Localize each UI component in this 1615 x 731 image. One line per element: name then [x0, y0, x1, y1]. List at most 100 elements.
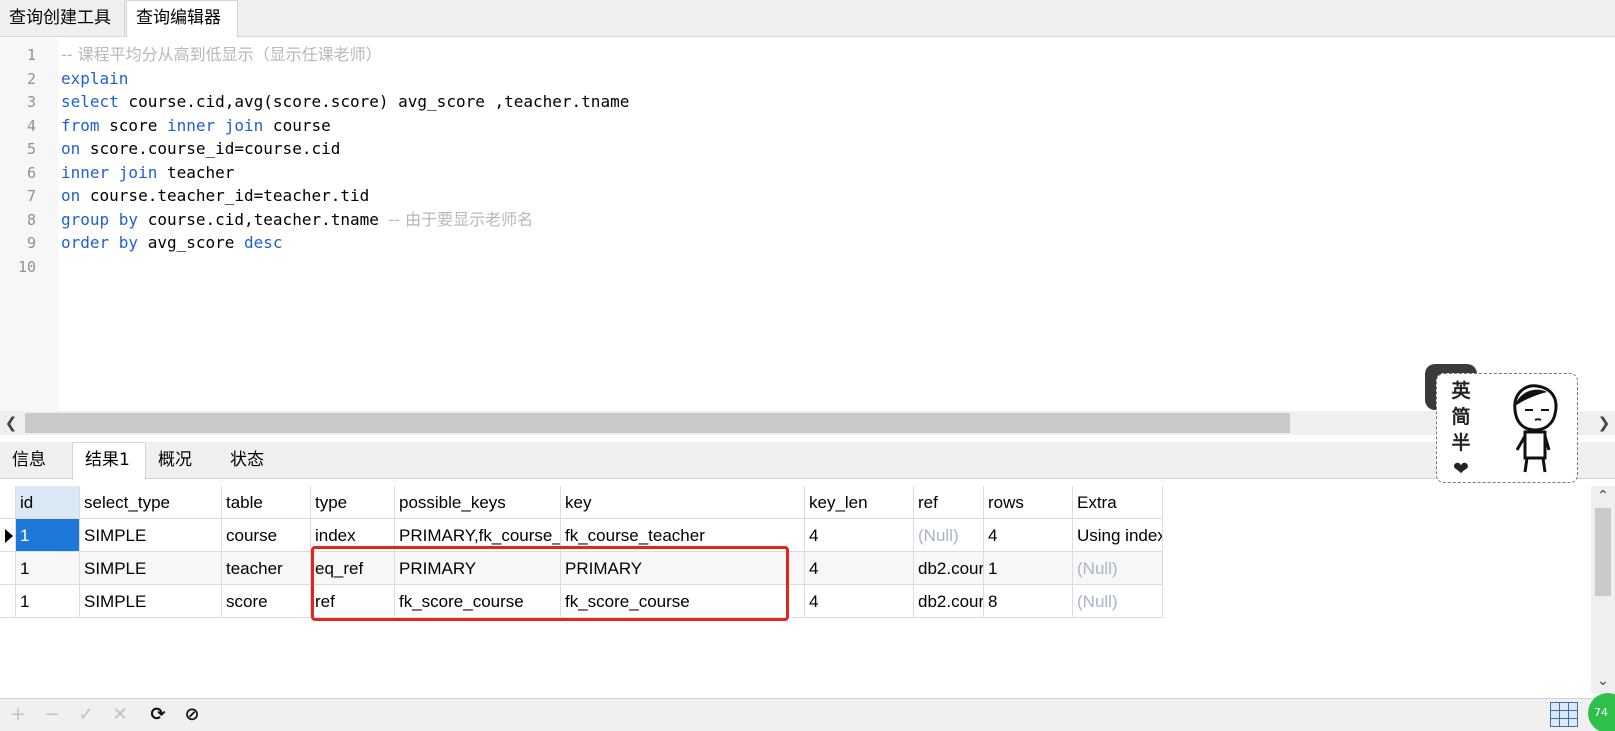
line-number: 8 [26, 210, 36, 229]
code-text: order by avg_score desc [61, 231, 283, 255]
grid-cell[interactable]: 1 [16, 552, 80, 585]
code-line[interactable]: 4 from score inner join course [0, 114, 1615, 138]
code-line[interactable]: 8 group by course.cid,teacher.tname -- 由于… [0, 208, 1615, 232]
grid-cell[interactable]: course [222, 519, 311, 552]
tab-query-builder[interactable]: 查询创建工具 [0, 0, 125, 37]
grid-cell[interactable]: 4 [805, 552, 914, 585]
code-text: from score inner join course [61, 114, 331, 138]
scroll-down-icon[interactable]: ⌄ [1591, 673, 1615, 691]
column-header-ref[interactable]: ref [914, 486, 984, 519]
editor-horizontal-scrollbar[interactable]: ❮ ❯ [0, 411, 1615, 435]
code-line[interactable]: 9 order by avg_score desc [0, 231, 1615, 255]
line-number: 9 [26, 234, 36, 252]
sql-token: course.cid,teacher.tname [138, 209, 389, 229]
grid-cell[interactable]: SIMPLE [80, 519, 222, 552]
add-record-icon[interactable]: + [6, 703, 30, 727]
sql-token: score [99, 115, 167, 135]
grid-cell[interactable]: score [222, 585, 311, 618]
grid-cell[interactable]: 4 [805, 585, 914, 618]
grid-cell[interactable]: teacher [222, 552, 311, 585]
highlight-annotation-box [311, 546, 789, 621]
grid-cell[interactable]: Using index [1073, 519, 1163, 552]
sql-editor[interactable]: 1 -- 课程平均分从高到低显示（显示任课老师） 2 explain 3 select c… [0, 38, 1615, 411]
sql-keyword: desc [244, 233, 283, 252]
sql-keyword: group by [61, 209, 139, 229]
sql-keyword: on [61, 186, 81, 205]
watermark-text: 英 简 半 ❤ [1451, 380, 1471, 480]
scroll-left-icon[interactable]: ❮ [2, 411, 20, 435]
column-header-id[interactable]: id [16, 486, 80, 519]
grid-cell[interactable]: (Null) [1073, 585, 1163, 618]
column-header-select-type[interactable]: select_type [80, 486, 222, 519]
row-marker[interactable] [0, 519, 16, 552]
row-marker[interactable] [0, 585, 16, 618]
grid-view-icon[interactable] [1550, 702, 1578, 727]
grid-cell[interactable]: 1 [16, 585, 80, 618]
code-line[interactable]: 7 on course.teacher_id=teacher.tid [0, 184, 1615, 208]
scrollbar-thumb[interactable] [25, 413, 1290, 433]
delete-record-icon[interactable]: − [40, 703, 64, 727]
grid-cell[interactable]: 1 [984, 552, 1073, 585]
grid-cell[interactable]: 4 [805, 519, 914, 552]
code-text: on score.course_id=course.cid [61, 137, 340, 161]
grid-cell[interactable]: 4 [984, 519, 1073, 552]
grid-cell[interactable]: 8 [984, 585, 1073, 618]
line-number: 2 [26, 69, 36, 88]
apply-changes-icon[interactable]: ✓ [74, 703, 98, 727]
column-header-key[interactable]: key [561, 486, 805, 519]
column-header-key-len[interactable]: key_len [805, 486, 914, 519]
grid-vertical-scrollbar[interactable]: ⌃ ⌄ [1591, 486, 1615, 693]
tab-status[interactable]: 状态 [218, 442, 290, 479]
grid-cell[interactable]: SIMPLE [80, 585, 222, 618]
query-tab-bar: 查询创建工具 查询编辑器 [0, 0, 1615, 38]
code-text: inner join teacher [61, 161, 234, 185]
grid-cell[interactable]: db2.course.teacher_id [914, 552, 984, 585]
scroll-up-icon[interactable]: ⌃ [1591, 488, 1615, 506]
sql-token: score.course_id=course.cid [80, 139, 341, 158]
code-text: explain [61, 67, 128, 91]
tab-profile[interactable]: 概况 [146, 442, 218, 479]
row-marker[interactable] [0, 486, 16, 519]
column-header-possible-keys[interactable]: possible_keys [395, 486, 561, 519]
line-number: 4 [26, 116, 36, 135]
column-header-table[interactable]: table [222, 486, 311, 519]
tab-result1[interactable]: 结果1 [72, 442, 146, 480]
sql-token: avg_score [138, 233, 245, 252]
sql-keyword: order by [61, 233, 139, 252]
code-text: select course.cid,avg(score.score) avg_s… [61, 90, 629, 114]
line-number: 6 [26, 163, 36, 182]
column-header-extra[interactable]: Extra [1073, 486, 1163, 519]
sql-keyword: inner join [166, 115, 264, 135]
code-line[interactable]: 3 select course.cid,avg(score.score) avg_… [0, 90, 1615, 114]
code-text: group by course.cid,teacher.tname -- 由于要… [61, 208, 533, 232]
result-tab-bar: 信息 结果1 概况 状态 [0, 442, 1615, 480]
discard-changes-icon[interactable]: ✕ [108, 703, 132, 727]
scrollbar-thumb[interactable] [1595, 508, 1611, 596]
grid-cell[interactable]: 1 [16, 519, 80, 552]
grid-cell[interactable]: db2.course.cid [914, 585, 984, 618]
tab-query-editor[interactable]: 查询编辑器 [126, 0, 238, 38]
column-header-rows[interactable]: rows [984, 486, 1073, 519]
grid-cell[interactable]: (Null) [914, 519, 984, 552]
current-row-icon [5, 529, 13, 543]
tab-info[interactable]: 信息 [0, 442, 72, 479]
column-header-type[interactable]: type [311, 486, 395, 519]
code-line[interactable]: 1 -- 课程平均分从高到低显示（显示任课老师） [0, 43, 1615, 67]
sql-comment: -- 由于要显示老师名 [388, 209, 534, 229]
code-line[interactable]: 2 explain [0, 67, 1615, 91]
sql-token: teacher [157, 162, 235, 182]
sql-token: course.cid,avg(score.score) avg_score ,t… [118, 92, 630, 111]
code-line[interactable]: 10 [0, 255, 1615, 279]
code-line[interactable]: 5 on score.course_id=course.cid [0, 137, 1615, 161]
row-marker[interactable] [0, 552, 16, 585]
line-number: 10 [17, 257, 36, 276]
sql-keyword: explain [61, 68, 129, 88]
scroll-right-icon[interactable]: ❯ [1595, 411, 1613, 435]
grid-cell[interactable]: SIMPLE [80, 552, 222, 585]
code-line[interactable]: 6 inner join teacher [0, 161, 1615, 185]
line-number: 1 [26, 46, 36, 64]
stop-icon[interactable]: ⊘ [180, 703, 204, 727]
grid-cell[interactable]: (Null) [1073, 552, 1163, 585]
line-number: 3 [26, 93, 36, 111]
refresh-icon[interactable]: ⟳ [146, 703, 170, 727]
